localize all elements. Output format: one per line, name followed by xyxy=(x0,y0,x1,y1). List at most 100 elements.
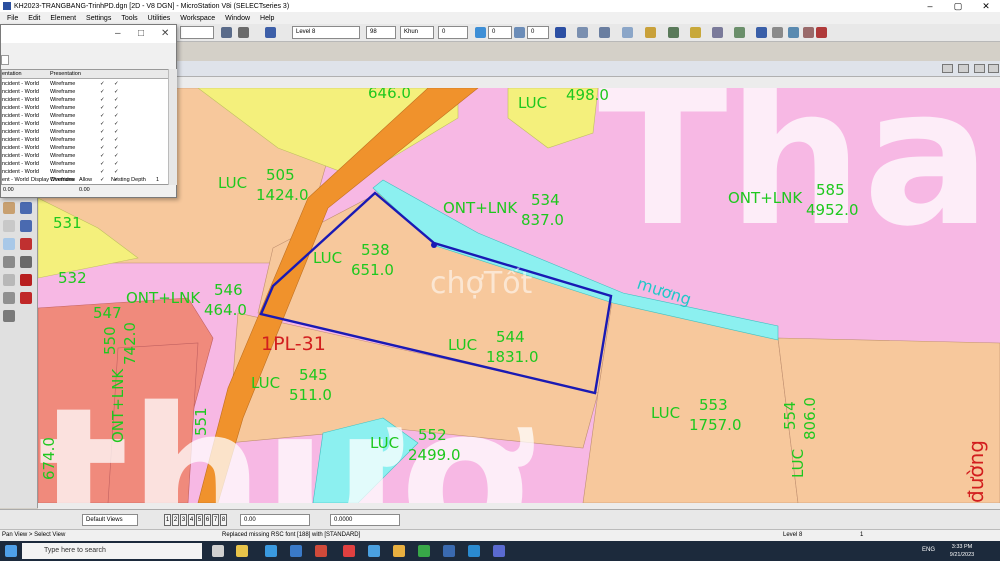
dialog-selector[interactable] xyxy=(1,55,9,65)
table-row[interactable]: ncident - World Wireframe ✓ ✓ xyxy=(2,113,168,121)
view-restore-button[interactable] xyxy=(958,64,969,73)
arc-tool-icon[interactable] xyxy=(20,238,32,250)
default-views-dropdown[interactable]: Default Views xyxy=(82,514,138,526)
level-manager-icon[interactable] xyxy=(265,27,276,38)
row-check-icon[interactable]: ✓ xyxy=(114,137,119,143)
row-check-icon[interactable]: ✓ xyxy=(114,97,119,103)
view-minimize-button[interactable] xyxy=(942,64,953,73)
row-check-icon[interactable]: ✓ xyxy=(114,121,119,127)
column-header-presentation[interactable]: Presentation xyxy=(50,71,81,77)
line-tool-icon[interactable] xyxy=(3,220,15,232)
clock[interactable]: 3:33 PM 9/21/2023 xyxy=(942,543,982,559)
modify-tool-icon[interactable] xyxy=(3,274,15,286)
element-selection-icon[interactable] xyxy=(3,202,15,214)
display-overrides-value[interactable]: Allow xyxy=(79,177,92,183)
view-control-bar[interactable] xyxy=(178,78,268,87)
menu-tools[interactable]: Tools xyxy=(121,15,137,22)
paste-icon[interactable] xyxy=(599,27,610,38)
row-check-icon[interactable]: ✓ xyxy=(114,145,119,151)
layers-icon[interactable] xyxy=(668,27,679,38)
start-icon[interactable] xyxy=(5,545,17,557)
row-check-icon[interactable]: ✓ xyxy=(114,105,119,111)
file-explorer-icon[interactable] xyxy=(236,545,248,557)
row-check-icon[interactable]: ✓ xyxy=(114,81,119,87)
row-check-icon[interactable]: ✓ xyxy=(100,161,105,167)
row-check-icon[interactable]: ✓ xyxy=(114,161,119,167)
close-button[interactable]: ✕ xyxy=(972,1,1000,12)
map-canvas[interactable]: Tha thươ LUC 505 1424.0 LUC 498.0 ONT+LNK 534 8… xyxy=(38,88,1000,503)
view-close-button[interactable] xyxy=(988,64,999,73)
copy-tool-icon[interactable] xyxy=(20,256,32,268)
menu-edit[interactable]: Edit xyxy=(28,15,40,22)
menu-settings[interactable]: Settings xyxy=(86,15,111,22)
table-row[interactable]: ncident - World Wireframe ✓ ✓ xyxy=(2,81,168,89)
row-check-icon[interactable]: ✓ xyxy=(100,97,105,103)
nesting-depth-value[interactable]: 1 xyxy=(156,177,159,183)
view-6-button[interactable]: 6 xyxy=(204,514,211,526)
table-row[interactable]: ncident - World Wireframe ✓ ✓ xyxy=(2,129,168,137)
transparency-dropdown[interactable]: 0 xyxy=(488,26,512,39)
attach-icon[interactable] xyxy=(788,27,799,38)
level-dropdown[interactable]: Level 8 xyxy=(292,26,360,39)
measure-icon[interactable] xyxy=(734,27,745,38)
dialog-close-button[interactable]: ✕ xyxy=(161,28,169,39)
lock-icon[interactable] xyxy=(238,27,249,38)
text-tool-icon[interactable] xyxy=(20,202,32,214)
table-row[interactable]: ncident - World Wireframe ✓ ✓ xyxy=(2,169,168,177)
row-check-icon[interactable]: ✓ xyxy=(100,113,105,119)
transparency-icon[interactable] xyxy=(475,27,486,38)
row-check-icon[interactable]: ✓ xyxy=(100,89,105,95)
table-row[interactable]: ncident - World Wireframe ✓ ✓ xyxy=(2,105,168,113)
dimension-tool-icon[interactable] xyxy=(3,292,15,304)
row-check-icon[interactable]: ✓ xyxy=(100,169,105,175)
element-info-icon[interactable] xyxy=(555,27,566,38)
row-check-icon[interactable]: ✓ xyxy=(114,169,119,175)
row-check-icon[interactable]: ✓ xyxy=(114,129,119,135)
line-weight-dropdown[interactable]: 0 xyxy=(438,26,468,39)
app-icon-cyan[interactable] xyxy=(468,545,480,557)
delete-tool-icon[interactable] xyxy=(20,274,32,286)
view-7-button[interactable]: 7 xyxy=(212,514,219,526)
cadastral-map[interactable]: Tha thươ LUC 5051424.0LUC 498.0ONT+LNK 5348… xyxy=(38,88,1000,503)
column-header-name[interactable]: entation xyxy=(2,71,22,77)
view-8-button[interactable]: 8 xyxy=(220,514,227,526)
distance-field[interactable]: 0.00 xyxy=(240,514,310,526)
task-view-icon[interactable] xyxy=(212,545,224,557)
view-5-button[interactable]: 5 xyxy=(196,514,203,526)
table-row[interactable]: ncident - World Wireframe ✓ ✓ xyxy=(2,161,168,169)
row-check-icon[interactable]: ✓ xyxy=(114,153,119,159)
maximize-button[interactable]: ▢ xyxy=(944,1,972,12)
menu-file[interactable]: File xyxy=(7,15,18,22)
menu-element[interactable]: Element xyxy=(50,15,76,22)
language-indicator[interactable]: ENG xyxy=(922,547,935,553)
delete-icon[interactable] xyxy=(816,27,827,38)
view-2-button[interactable]: 2 xyxy=(172,514,179,526)
menu-workspace[interactable]: Workspace xyxy=(180,15,215,22)
table-row[interactable]: ncident - World Wireframe ✓ ✓ xyxy=(2,89,168,97)
stack-icon[interactable] xyxy=(690,27,701,38)
dialog-minimize-button[interactable]: – xyxy=(115,28,121,39)
active-color-icon[interactable] xyxy=(221,27,232,38)
table-row[interactable]: ncident - World Wireframe ✓ ✓ xyxy=(2,121,168,129)
microstation-taskbar-icon[interactable] xyxy=(493,545,505,557)
table-row[interactable]: ncident - World Wireframe ✓ ✓ xyxy=(2,137,168,145)
row-check-icon[interactable]: ✓ xyxy=(100,105,105,111)
row-check-icon[interactable]: ✓ xyxy=(114,113,119,119)
menu-window[interactable]: Window xyxy=(225,15,250,22)
fence-tool-icon[interactable] xyxy=(20,220,32,232)
app-icon-blue[interactable] xyxy=(443,545,455,557)
menu-help[interactable]: Help xyxy=(260,15,274,22)
copy-icon[interactable] xyxy=(577,27,588,38)
view-4-button[interactable]: 4 xyxy=(188,514,195,526)
row-check-icon[interactable]: ✓ xyxy=(100,81,105,87)
cloud-icon[interactable] xyxy=(622,27,633,38)
table-row[interactable]: ncident - World Wireframe ✓ ✓ xyxy=(2,97,168,105)
minimize-button[interactable]: – xyxy=(916,1,944,12)
table-row[interactable]: ncident - World Wireframe ✓ ✓ xyxy=(2,153,168,161)
priority-icon[interactable] xyxy=(514,27,525,38)
row-check-icon[interactable]: ✓ xyxy=(100,137,105,143)
view-1-button[interactable]: 1 xyxy=(164,514,171,526)
angle-field[interactable]: 0.0000 xyxy=(330,514,400,526)
dialog-restore-button[interactable]: □ xyxy=(138,28,144,39)
taskbar-search[interactable]: Type here to search xyxy=(22,543,202,559)
